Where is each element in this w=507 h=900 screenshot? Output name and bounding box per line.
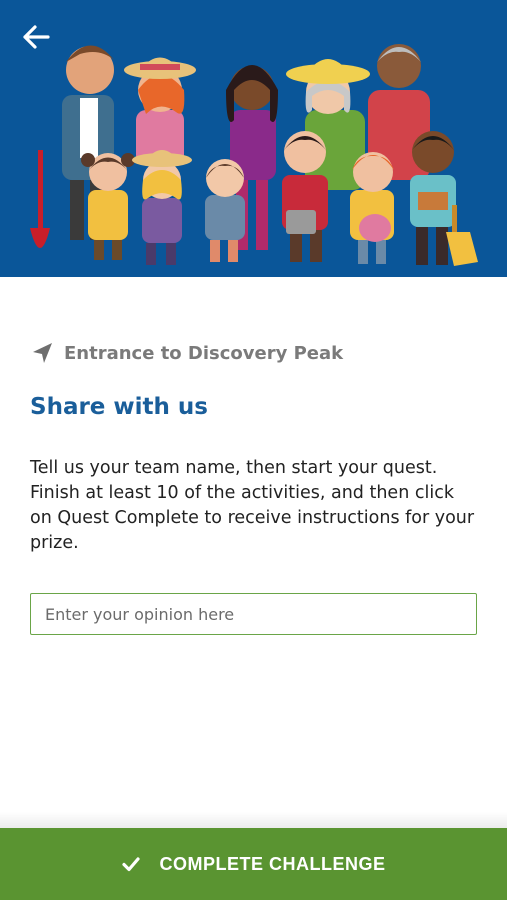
complete-challenge-label: COMPLETE CHALLENGE xyxy=(159,853,386,874)
navigation-arrow-icon xyxy=(33,343,52,363)
challenge-screen: Entrance to Discovery Peak Share with us… xyxy=(0,0,507,900)
group-of-gardeners-illustration xyxy=(30,44,478,266)
location-row: Entrance to Discovery Peak xyxy=(30,338,343,368)
challenge-title: Share with us xyxy=(30,394,208,420)
back-arrow-icon xyxy=(23,25,50,49)
challenge-description: Tell us your team name, then start your … xyxy=(30,458,475,553)
checkmark-icon xyxy=(122,857,141,872)
header-banner xyxy=(0,0,507,277)
back-button[interactable] xyxy=(20,22,54,52)
opinion-input[interactable] xyxy=(30,593,477,635)
complete-challenge-button[interactable]: COMPLETE CHALLENGE xyxy=(0,828,507,900)
location-label: Entrance to Discovery Peak xyxy=(64,342,344,364)
footer-shadow xyxy=(0,812,507,828)
